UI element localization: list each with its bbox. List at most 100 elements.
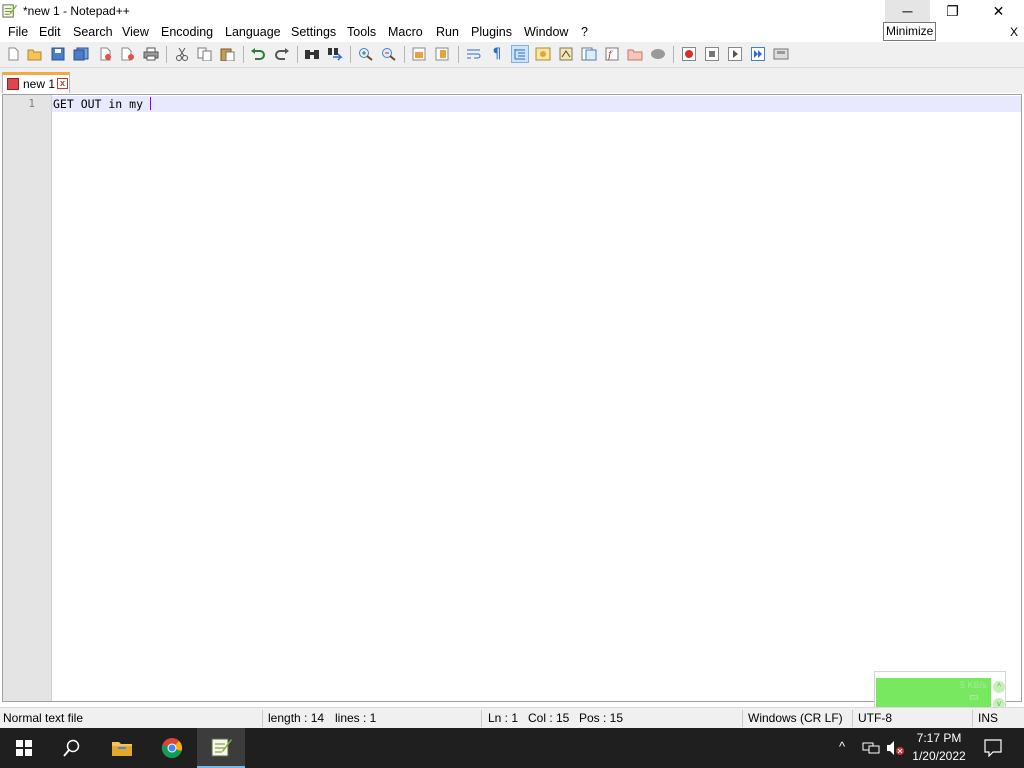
menu-macro[interactable]: Macro — [388, 25, 423, 39]
open-file-icon[interactable] — [27, 46, 43, 62]
undo-icon[interactable] — [250, 46, 266, 62]
line-number-gutter: 1 — [3, 95, 52, 701]
toolbar-separator — [350, 46, 351, 63]
sync-horizontal-icon[interactable] — [435, 46, 451, 62]
restore-icon: ❐ — [946, 2, 959, 19]
minimize-tooltip: Minimize — [883, 22, 937, 41]
zoom-in-icon[interactable] — [358, 46, 374, 62]
document-list-icon[interactable] — [581, 46, 597, 62]
code-line[interactable]: GET OUT in my — [53, 97, 151, 111]
word-wrap-icon[interactable] — [466, 46, 482, 62]
paste-icon[interactable] — [220, 46, 236, 62]
run-macro-multiple-icon[interactable] — [750, 46, 766, 62]
menu-tools[interactable]: Tools — [347, 25, 376, 39]
menu-plugins[interactable]: Plugins — [471, 25, 512, 39]
status-divider — [481, 710, 482, 727]
network-speed-text: 5 KB/s — [960, 680, 987, 690]
clock-time[interactable]: 7:17 PM — [908, 731, 970, 745]
menu-help[interactable]: ? — [581, 25, 588, 39]
file-explorer-button[interactable] — [98, 728, 146, 768]
close-button[interactable]: ✕ — [976, 0, 1021, 22]
close-icon: ✕ — [992, 2, 1005, 19]
menu-search[interactable]: Search — [73, 25, 113, 39]
window-title: *new 1 - Notepad++ — [23, 4, 130, 18]
menu-edit[interactable]: Edit — [39, 25, 61, 39]
status-lines: lines : 1 — [335, 711, 377, 725]
record-macro-icon[interactable] — [681, 46, 697, 62]
toolbar-separator — [673, 46, 674, 63]
text-caret — [149, 97, 151, 110]
code-line-text: GET OUT in my — [53, 97, 150, 111]
chrome-button[interactable] — [148, 728, 196, 768]
function-list-icon[interactable]: f — [604, 46, 620, 62]
menu-window[interactable]: Window — [524, 25, 568, 39]
monitor-icon: ▭ — [969, 692, 979, 703]
notepad-plus-plus-taskbar-button[interactable] — [197, 728, 245, 768]
print-icon[interactable] — [143, 46, 159, 62]
tab-label: new 1 — [23, 77, 56, 91]
status-divider — [262, 710, 263, 727]
editor-area[interactable]: 1 GET OUT in my — [2, 94, 1022, 702]
play-macro-icon[interactable] — [727, 46, 743, 62]
redo-icon[interactable] — [274, 46, 290, 62]
notepad-plus-plus-icon — [2, 4, 17, 18]
status-pos: Pos : 15 — [579, 711, 624, 725]
zoom-out-icon[interactable] — [381, 46, 397, 62]
file-explorer-icon — [112, 742, 132, 756]
save-all-icon[interactable] — [73, 46, 89, 62]
clock-date[interactable]: 1/20/2022 — [908, 749, 970, 763]
replace-icon[interactable] — [327, 46, 343, 62]
tab-close-icon[interactable]: x — [57, 78, 68, 89]
status-col: Col : 15 — [528, 711, 570, 725]
close-document-button[interactable]: X — [1010, 25, 1018, 39]
unsaved-file-icon — [7, 78, 19, 90]
status-eol[interactable]: Windows (CR LF) — [748, 711, 843, 725]
current-line-highlight — [52, 96, 1021, 112]
notification-center-icon[interactable] — [984, 739, 1002, 757]
monitoring-icon[interactable] — [650, 46, 666, 62]
close-icon[interactable] — [97, 46, 113, 62]
scroll-up-icon[interactable]: ^ — [993, 681, 1005, 693]
toolbar-separator — [458, 46, 459, 63]
menu-settings[interactable]: Settings — [291, 25, 336, 39]
close-all-icon[interactable] — [120, 46, 136, 62]
toolbar-separator — [243, 46, 244, 63]
status-length: length : 14 — [268, 711, 325, 725]
title-bar: *new 1 - Notepad++ ─ ❐ ✕ — [0, 0, 1024, 22]
save-macro-icon[interactable] — [773, 46, 789, 62]
minimize-button[interactable]: ─ — [885, 0, 930, 22]
stop-recording-icon[interactable] — [704, 46, 720, 62]
network-icon[interactable] — [862, 740, 880, 756]
copy-icon[interactable] — [197, 46, 213, 62]
new-file-icon[interactable] — [5, 46, 21, 62]
tab-new-1[interactable]: new 1 x — [2, 72, 70, 93]
status-encoding[interactable]: UTF-8 — [858, 711, 892, 725]
toolbar: ¶ f — [0, 42, 1024, 68]
user-defined-language-icon[interactable] — [535, 46, 551, 62]
search-button[interactable] — [48, 728, 96, 768]
indent-guide-icon[interactable] — [511, 45, 529, 63]
search-icon — [63, 739, 80, 757]
volume-muted-icon[interactable] — [886, 740, 904, 756]
status-insert-mode[interactable]: INS — [978, 711, 998, 725]
menu-bar: File Edit Search View Encoding Language … — [0, 22, 1024, 42]
menu-run[interactable]: Run — [436, 25, 459, 39]
find-icon[interactable] — [304, 46, 320, 62]
maximize-button[interactable]: ❐ — [930, 0, 975, 22]
menu-language[interactable]: Language — [225, 25, 281, 39]
cut-icon[interactable] — [174, 46, 190, 62]
start-button[interactable] — [0, 728, 48, 768]
menu-file[interactable]: File — [8, 25, 28, 39]
toolbar-separator — [297, 46, 298, 63]
folder-as-workspace-icon[interactable] — [627, 46, 643, 62]
menu-encoding[interactable]: Encoding — [161, 25, 213, 39]
save-icon[interactable] — [50, 46, 66, 62]
show-all-chars-icon[interactable]: ¶ — [489, 46, 505, 62]
document-map-icon[interactable] — [558, 46, 574, 62]
sync-vertical-icon[interactable] — [412, 46, 428, 62]
minimize-icon: ─ — [902, 3, 913, 19]
tab-bar: new 1 x — [0, 68, 1024, 93]
menu-view[interactable]: View — [122, 25, 149, 39]
show-hidden-icons-icon[interactable]: ^ — [839, 739, 845, 754]
status-divider — [742, 710, 743, 727]
